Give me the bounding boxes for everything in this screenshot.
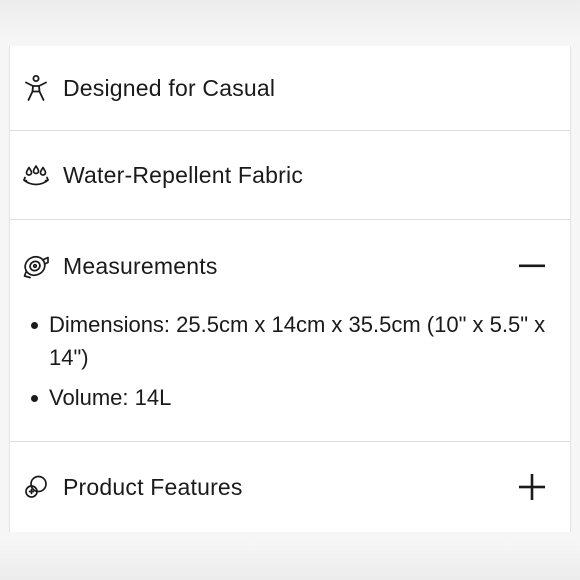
list-item: Volume: 14L xyxy=(28,381,548,414)
collapse-minus-icon[interactable] xyxy=(516,250,548,282)
page-backdrop: Designed for Casual Water-Repellent Fabr… xyxy=(0,0,580,580)
measurements-details-list: Dimensions: 25.5cm x 14cm x 35.5cm (10" … xyxy=(28,308,548,421)
accordion-label: Designed for Casual xyxy=(63,74,276,101)
product-details-accordion: Designed for Casual Water-Repellent Fabr… xyxy=(9,46,571,532)
features-icon xyxy=(22,473,50,501)
tape-measure-icon xyxy=(22,252,50,280)
accordion-item-measurements: Measurements Dimensions: 25.5cm x 14cm x… xyxy=(10,220,570,442)
accordion-label: Measurements xyxy=(63,252,218,279)
accordion-label: Water-Repellent Fabric xyxy=(63,162,304,188)
accordion-item-designed-for-casual: Designed for Casual xyxy=(10,46,570,131)
list-item: Dimensions: 25.5cm x 14cm x 35.5cm (10" … xyxy=(28,308,548,374)
accordion-header-product-features[interactable]: Product Features xyxy=(10,442,570,532)
expand-plus-icon[interactable] xyxy=(516,471,548,503)
accordion-header-water-repellent-fabric[interactable]: Water-Repellent Fabric xyxy=(10,131,570,220)
person-icon xyxy=(22,74,50,102)
accordion-header-designed-for-casual[interactable]: Designed for Casual xyxy=(10,46,570,130)
accordion-label: Product Features xyxy=(63,473,243,500)
water-drops-icon xyxy=(22,162,50,190)
accordion-header-measurements[interactable]: Measurements xyxy=(10,220,570,312)
accordion-item-product-features: Product Features xyxy=(10,442,570,532)
accordion-item-water-repellent-fabric: Water-Repellent Fabric xyxy=(10,131,570,220)
